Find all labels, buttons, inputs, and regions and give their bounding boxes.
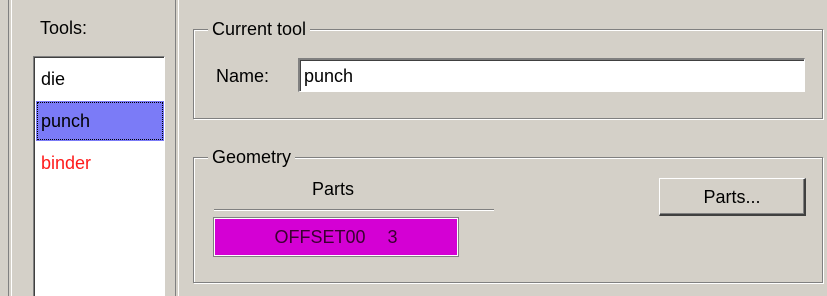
name-field[interactable]: punch (298, 58, 805, 92)
part-count: 3 (387, 227, 398, 247)
tools-label: Tools: (40, 18, 88, 38)
parts-button[interactable]: Parts... (659, 178, 806, 216)
parts-header-divider (214, 209, 494, 211)
name-label: Name: (216, 66, 270, 86)
tool-item-binder[interactable]: binder (36, 143, 164, 183)
geometry-group: Geometry Parts OFFSET00 3 Parts... (193, 146, 823, 283)
current-tool-legend: Current tool (208, 18, 311, 40)
tool-item-punch[interactable]: punch (36, 101, 164, 141)
parts-column-header[interactable]: Parts (312, 179, 354, 200)
part-row[interactable]: OFFSET00 3 (213, 217, 459, 257)
tools-list[interactable]: die punch binder (33, 56, 165, 296)
current-tool-group: Current tool Name: punch (193, 18, 823, 119)
part-name: OFFSET00 (274, 227, 366, 247)
frame-edge (8, 0, 12, 296)
panel-divider (175, 0, 179, 296)
tool-editor-panel: Tools: die punch binder Current tool Nam… (0, 0, 827, 296)
geometry-legend: Geometry (208, 146, 296, 168)
tool-item-die[interactable]: die (36, 59, 164, 99)
